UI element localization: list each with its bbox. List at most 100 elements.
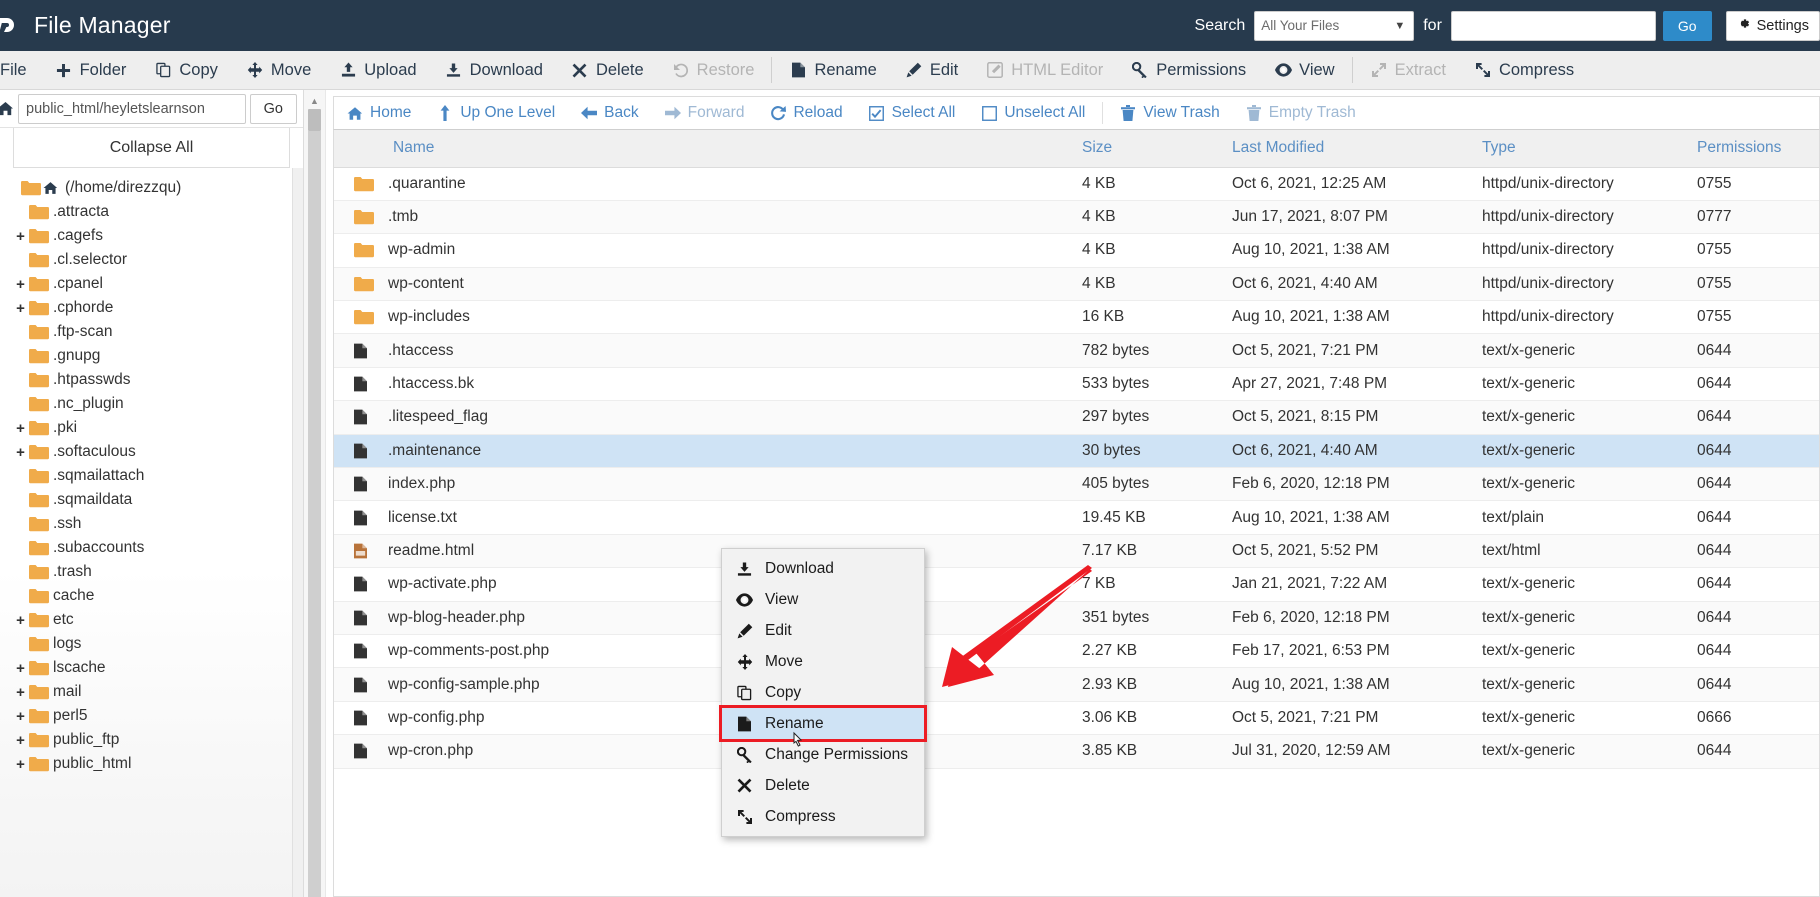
table-row[interactable]: wp-cron.php 3.85 KB Jul 31, 2020, 12:59 AM… xyxy=(334,734,1819,769)
tree-expand-icon[interactable]: + xyxy=(12,613,29,628)
table-row[interactable]: wp-admin 4 KB Aug 10, 2021, 1:38 AM httpd/u… xyxy=(334,233,1819,268)
table-row[interactable]: .htaccess 782 bytes Oct 5, 2021, 7:21 PM te… xyxy=(334,333,1819,368)
tree-item-.softaculous[interactable]: + .softaculous xyxy=(0,440,303,464)
context-menu-change-permissions-item[interactable]: Change Permissions xyxy=(722,739,924,770)
column-header-type[interactable]: Type xyxy=(1474,130,1689,168)
scrollbar-track[interactable] xyxy=(308,131,321,897)
tree-item-.trash[interactable]: .trash xyxy=(0,560,303,584)
search-scope-select-wrap[interactable]: All Your Files ▼ xyxy=(1254,10,1415,41)
file-nav-home-button[interactable]: Home xyxy=(334,97,424,129)
cell-name[interactable]: wp-cron.php xyxy=(334,734,1074,769)
toolbar-delete-button[interactable]: Delete xyxy=(557,51,658,89)
path-go-button[interactable]: Go xyxy=(249,93,297,124)
tree-expand-icon[interactable]: + xyxy=(12,421,29,436)
tree-item-.cphorde[interactable]: + .cphorde xyxy=(0,296,303,320)
cell-name[interactable]: wp-comments-post.php xyxy=(334,634,1074,669)
tree-item-.pki[interactable]: + .pki xyxy=(0,416,303,440)
search-scope-select[interactable]: All Your Files xyxy=(1254,10,1415,41)
toolbar-edit-button[interactable]: Edit xyxy=(891,51,972,89)
toolbar-folder-button[interactable]: Folder xyxy=(41,51,141,89)
cell-name[interactable]: .litespeed_flag xyxy=(334,400,1074,435)
tree-expand-icon[interactable]: + xyxy=(12,301,29,316)
table-row[interactable]: .tmb 4 KB Jun 17, 2021, 8:07 PM httpd/unix-… xyxy=(334,200,1819,235)
tree-item-.ftp-scan[interactable]: .ftp-scan xyxy=(0,320,303,344)
tree-item-.gnupg[interactable]: .gnupg xyxy=(0,344,303,368)
toolbar-rename-button[interactable]: Rename xyxy=(775,51,890,89)
tree-item-.subaccounts[interactable]: .subaccounts xyxy=(0,536,303,560)
tree-item-.sqmaildata[interactable]: .sqmaildata xyxy=(0,488,303,512)
collapse-all-button[interactable]: Collapse All xyxy=(13,128,290,168)
context-menu-view-item[interactable]: View xyxy=(722,584,924,615)
column-header-permissions[interactable]: Permissions xyxy=(1689,130,1819,168)
toolbar-move-button[interactable]: Move xyxy=(232,51,325,89)
tree-item-homedirezzqu[interactable]: (/home/direzzqu) xyxy=(0,176,303,200)
column-header-name[interactable]: Name xyxy=(334,130,1074,168)
file-nav-reload-button[interactable]: Reload xyxy=(757,97,855,129)
cell-name[interactable]: .htaccess.bk xyxy=(334,367,1074,402)
tree-expand-icon[interactable]: + xyxy=(12,661,29,676)
tree-item-.attracta[interactable]: .attracta xyxy=(0,200,303,224)
toolbar-upload-button[interactable]: Upload xyxy=(325,51,430,89)
toolbar-compress-button[interactable]: Compress xyxy=(1460,51,1588,89)
table-row[interactable]: license.txt 19.45 KB Aug 10, 2021, 1:38 AM… xyxy=(334,500,1819,535)
tree-expand-icon[interactable]: + xyxy=(12,277,29,292)
file-list-scrollbar[interactable]: ▲ xyxy=(304,90,326,897)
tree-item-mail[interactable]: + mail xyxy=(0,680,303,704)
cell-name[interactable]: wp-content xyxy=(334,267,1074,302)
tree-item-lscache[interactable]: + lscache xyxy=(0,656,303,680)
cell-name[interactable]: wp-admin xyxy=(334,233,1074,268)
tree-item-cache[interactable]: cache xyxy=(0,584,303,608)
file-nav-select-all-button[interactable]: Select All xyxy=(856,97,969,129)
tree-item-public_html[interactable]: + public_html xyxy=(0,752,303,776)
tree-item-etc[interactable]: + etc xyxy=(0,608,303,632)
table-row[interactable]: .quarantine 4 KB Oct 6, 2021, 12:25 AM http… xyxy=(334,167,1819,201)
table-row[interactable]: wp-config-sample.php 2.93 KB Aug 10, 2021,… xyxy=(334,667,1819,702)
cell-name[interactable]: wp-config.php xyxy=(334,701,1074,736)
tree-expand-icon[interactable]: + xyxy=(12,757,29,772)
table-row[interactable]: wp-comments-post.php 2.27 KB Feb 17, 2021,… xyxy=(334,634,1819,669)
table-row[interactable]: .maintenance 30 bytes Oct 6, 2021, 4:40 AM… xyxy=(334,434,1819,469)
scrollbar-thumb[interactable] xyxy=(308,109,321,131)
tree-item-.cpanel[interactable]: + .cpanel xyxy=(0,272,303,296)
context-menu-delete-item[interactable]: Delete xyxy=(722,770,924,801)
table-row[interactable]: wp-content 4 KB Oct 6, 2021, 4:40 AM httpd/… xyxy=(334,267,1819,302)
toolbar-file-button[interactable]: File xyxy=(0,51,41,89)
table-row[interactable]: readme.html 7.17 KB Oct 5, 2021, 5:52 PM te… xyxy=(334,534,1819,569)
tree-scrollbar[interactable] xyxy=(292,168,303,897)
cell-name[interactable]: wp-includes xyxy=(334,300,1074,335)
cell-name[interactable]: license.txt xyxy=(334,500,1074,535)
table-row[interactable]: wp-config.php 3.06 KB Oct 5, 2021, 7:21 PM… xyxy=(334,701,1819,736)
scroll-up-arrow-icon[interactable]: ▲ xyxy=(310,96,319,106)
table-row[interactable]: wp-activate.php 7 KB Jan 21, 2021, 7:22 AM… xyxy=(334,567,1819,602)
tree-expand-icon[interactable]: + xyxy=(12,733,29,748)
tree-item-public_ftp[interactable]: + public_ftp xyxy=(0,728,303,752)
file-nav-up-one-level-button[interactable]: Up One Level xyxy=(424,97,568,129)
tree-item-.cagefs[interactable]: + .cagefs xyxy=(0,224,303,248)
tree-item-.nc_plugin[interactable]: .nc_plugin xyxy=(0,392,303,416)
tree-item-perl5[interactable]: + perl5 xyxy=(0,704,303,728)
context-menu-download-item[interactable]: Download xyxy=(722,553,924,584)
context-menu-compress-item[interactable]: Compress xyxy=(722,801,924,832)
toolbar-download-button[interactable]: Download xyxy=(431,51,557,89)
tree-item-.sqmailattach[interactable]: .sqmailattach xyxy=(0,464,303,488)
tree-expand-icon[interactable]: + xyxy=(12,709,29,724)
settings-button[interactable]: Settings xyxy=(1725,10,1820,41)
path-input[interactable] xyxy=(18,93,246,124)
cell-name[interactable]: wp-config-sample.php xyxy=(334,667,1074,702)
context-menu-move-item[interactable]: Move xyxy=(722,646,924,677)
table-row[interactable]: wp-blog-header.php 351 bytes Feb 6, 2020, … xyxy=(334,601,1819,635)
cell-name[interactable]: index.php xyxy=(334,467,1074,502)
cell-name[interactable]: wp-activate.php xyxy=(334,567,1074,602)
context-menu-edit-item[interactable]: Edit xyxy=(722,615,924,646)
tree-item-.cl.selector[interactable]: .cl.selector xyxy=(0,248,303,272)
tree-expand-icon[interactable]: + xyxy=(12,685,29,700)
tree-expand-icon[interactable]: + xyxy=(12,445,29,460)
tree-expand-icon[interactable]: + xyxy=(12,229,29,244)
cell-name[interactable]: readme.html xyxy=(334,534,1074,569)
table-row[interactable]: .litespeed_flag 297 bytes Oct 5, 2021, 8:1… xyxy=(334,400,1819,435)
tree-item-logs[interactable]: logs xyxy=(0,632,303,656)
tree-item-.htpasswds[interactable]: .htpasswds xyxy=(0,368,303,392)
column-header-size[interactable]: Size xyxy=(1074,130,1224,168)
cell-name[interactable]: .htaccess xyxy=(334,333,1074,368)
tree-item-.ssh[interactable]: .ssh xyxy=(0,512,303,536)
